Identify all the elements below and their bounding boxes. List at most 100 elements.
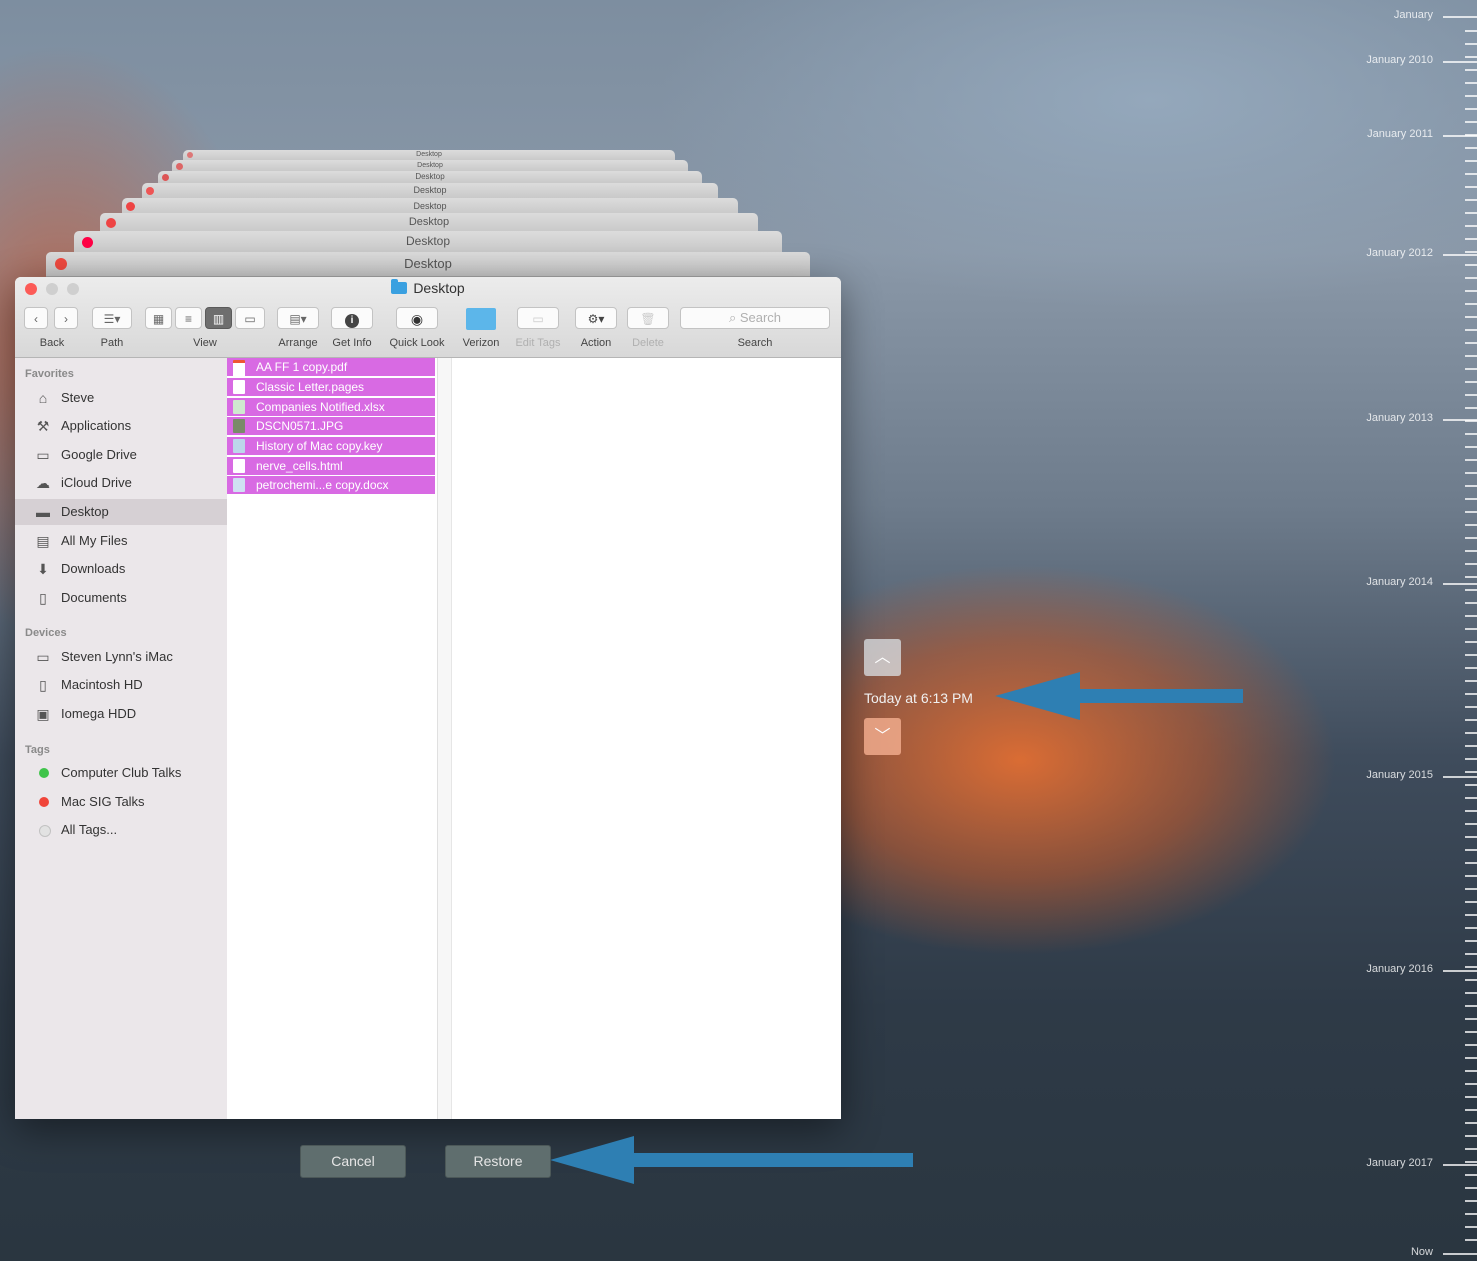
timeline-tick[interactable] <box>1465 1122 1477 1124</box>
timeline-tick[interactable] <box>1465 537 1477 539</box>
timeline-tick[interactable] <box>1465 56 1477 58</box>
timeline-tick[interactable] <box>1465 641 1477 643</box>
timeline-tick[interactable] <box>1465 719 1477 721</box>
timeline-tick[interactable] <box>1465 251 1477 253</box>
sidebar-item-iomega-hdd[interactable]: ▣ Iomega HDD <box>15 701 227 727</box>
timeline-tick[interactable] <box>1465 1070 1477 1072</box>
timeline-tick[interactable] <box>1465 95 1477 97</box>
timeline-label[interactable]: January 2015 <box>1366 769 1433 781</box>
path-button[interactable]: ☰▾ <box>92 307 132 329</box>
timeline-tick[interactable] <box>1465 173 1477 175</box>
timeline-label[interactable]: January <box>1394 9 1433 21</box>
list-view-button[interactable]: ≡ <box>175 307 202 329</box>
arrange-button[interactable]: ▤▾ <box>277 307 319 329</box>
timeline-tick[interactable] <box>1465 745 1477 747</box>
timeline-tick[interactable] <box>1465 628 1477 630</box>
cover-flow-button[interactable]: ▭ <box>235 307 265 329</box>
timeline-tick[interactable] <box>1465 888 1477 890</box>
timeline-tick[interactable] <box>1465 1161 1477 1163</box>
timeline-label[interactable]: January 2016 <box>1366 963 1433 975</box>
sidebar-item-steve[interactable]: ⌂ Steve <box>15 385 227 411</box>
timeline-tick[interactable] <box>1465 316 1477 318</box>
timeline-tick[interactable] <box>1465 615 1477 617</box>
timeline-tick[interactable] <box>1465 498 1477 500</box>
timeline-tick[interactable] <box>1465 732 1477 734</box>
timeline-tick[interactable] <box>1465 927 1477 929</box>
timeline-tick[interactable] <box>1465 667 1477 669</box>
timeline-tick[interactable] <box>1465 706 1477 708</box>
timeline-tick[interactable] <box>1465 277 1477 279</box>
file-row[interactable]: Classic Letter.pages <box>227 378 435 396</box>
sidebar-item-desktop[interactable]: ▬ Desktop <box>15 499 227 525</box>
forward-button[interactable]: › <box>54 307 78 329</box>
timeline-tick[interactable] <box>1465 1005 1477 1007</box>
timeline-tick[interactable] <box>1465 836 1477 838</box>
sidebar-item-google-drive[interactable]: ▭ Google Drive <box>15 442 227 468</box>
timeline-tick[interactable] <box>1465 1083 1477 1085</box>
timeline-tick[interactable] <box>1465 550 1477 552</box>
timeline-tick[interactable] <box>1465 43 1477 45</box>
sidebar-item-macintosh-hd[interactable]: ▯ Macintosh HD <box>15 672 227 698</box>
timeline-major-tick[interactable] <box>1443 61 1477 63</box>
timeline-tick[interactable] <box>1465 446 1477 448</box>
timeline-tick[interactable] <box>1465 1018 1477 1020</box>
newer-button[interactable]: ﹀ <box>864 718 901 755</box>
timeline-tick[interactable] <box>1465 407 1477 409</box>
timeline-tick[interactable] <box>1465 810 1477 812</box>
timeline-tick[interactable] <box>1465 758 1477 760</box>
timeline-tick[interactable] <box>1465 771 1477 773</box>
stacked-window[interactable]: Desktop <box>100 213 758 233</box>
timeline-label[interactable]: Now <box>1411 1246 1433 1258</box>
verizon-folder-icon[interactable] <box>466 308 496 330</box>
timeline-tick[interactable] <box>1465 147 1477 149</box>
timeline-major-tick[interactable] <box>1443 419 1477 421</box>
file-row[interactable]: Companies Notified.xlsx <box>227 398 435 416</box>
timeline-major-tick[interactable] <box>1443 1253 1477 1255</box>
get-info-button[interactable]: i <box>331 307 373 329</box>
timeline-tick[interactable] <box>1465 511 1477 513</box>
search-input[interactable]: ⌕ Search <box>680 307 830 329</box>
timeline-tick[interactable] <box>1465 563 1477 565</box>
timeline-tick[interactable] <box>1465 1226 1477 1228</box>
timeline-tick[interactable] <box>1465 654 1477 656</box>
sidebar-item-all-my-files[interactable]: ▤ All My Files <box>15 528 227 554</box>
timeline-tick[interactable] <box>1465 238 1477 240</box>
sidebar-item-tag-mac-sig[interactable]: Mac SIG Talks <box>15 789 227 815</box>
timeline-major-tick[interactable] <box>1443 254 1477 256</box>
timeline-tick[interactable] <box>1465 1044 1477 1046</box>
file-row[interactable]: nerve_cells.html <box>227 457 435 475</box>
timeline-major-tick[interactable] <box>1443 583 1477 585</box>
timeline-tick[interactable] <box>1465 1200 1477 1202</box>
timeline-tick[interactable] <box>1465 914 1477 916</box>
timeline-tick[interactable] <box>1465 953 1477 955</box>
stacked-window[interactable]: Desktop <box>74 231 782 253</box>
timeline-tick[interactable] <box>1465 823 1477 825</box>
timeline-tick[interactable] <box>1465 121 1477 123</box>
timeline-tick[interactable] <box>1465 862 1477 864</box>
sidebar-item-imac[interactable]: ▭ Steven Lynn's iMac <box>15 644 227 670</box>
timeline-tick[interactable] <box>1465 992 1477 994</box>
timeline-tick[interactable] <box>1465 82 1477 84</box>
timeline-tick[interactable] <box>1465 1031 1477 1033</box>
timeline-tick[interactable] <box>1465 329 1477 331</box>
column-resize-handle[interactable] <box>438 358 452 1119</box>
sidebar-item-tag-computer-club[interactable]: Computer Club Talks <box>15 760 227 786</box>
timeline-tick[interactable] <box>1465 979 1477 981</box>
timeline-tick[interactable] <box>1465 1239 1477 1241</box>
timeline-label[interactable]: January 2013 <box>1366 412 1433 424</box>
edit-tags-button[interactable]: ▭ <box>517 307 559 329</box>
file-row[interactable]: AA FF 1 copy.pdf <box>227 358 435 377</box>
timeline-tick[interactable] <box>1465 485 1477 487</box>
sidebar-item-all-tags[interactable]: All Tags... <box>15 817 227 843</box>
timeline-tick[interactable] <box>1465 342 1477 344</box>
timeline-tick[interactable] <box>1465 30 1477 32</box>
timeline-tick[interactable] <box>1465 1109 1477 1111</box>
timeline-tick[interactable] <box>1465 303 1477 305</box>
timeline-tick[interactable] <box>1465 524 1477 526</box>
timeline-tick[interactable] <box>1465 69 1477 71</box>
cancel-button[interactable]: Cancel <box>300 1145 406 1178</box>
action-button[interactable]: ⚙▾ <box>575 307 617 329</box>
stacked-window[interactable]: Desktop <box>46 252 810 277</box>
timeline-tick[interactable] <box>1465 1148 1477 1150</box>
timeline-tick[interactable] <box>1465 160 1477 162</box>
